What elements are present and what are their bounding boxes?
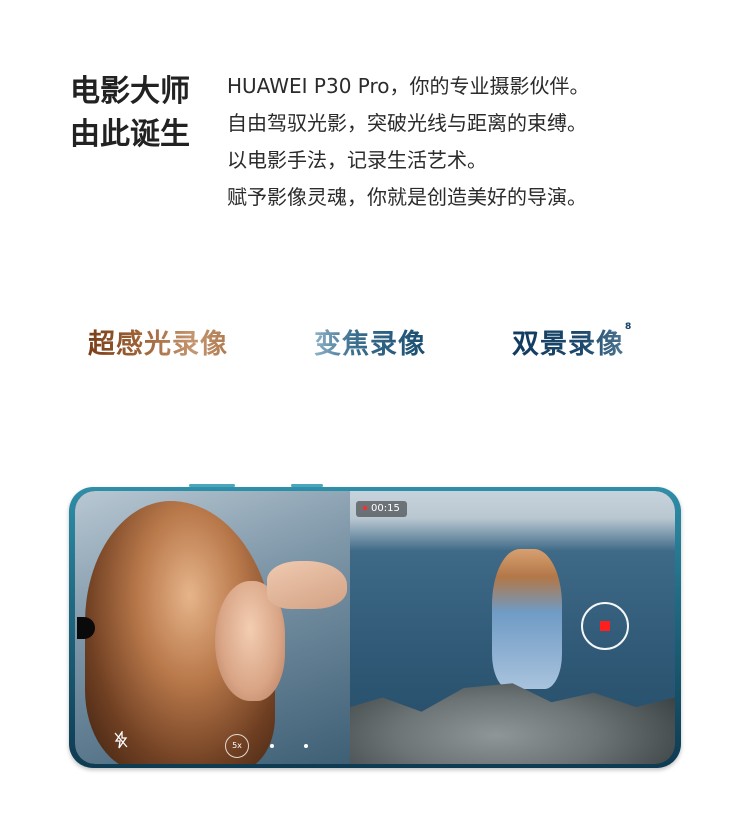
zoom-label: 5x bbox=[232, 741, 242, 750]
volume-button bbox=[189, 484, 235, 487]
flash-off-icon[interactable] bbox=[113, 731, 129, 749]
zoom-level-button[interactable]: 5x bbox=[225, 734, 249, 758]
recording-dot-icon bbox=[363, 506, 367, 510]
hand-shape bbox=[267, 561, 347, 609]
description-line-1: HUAWEI P30 Pro，你的专业摄影伙伴。 bbox=[227, 74, 590, 98]
mode-label: 变焦录像 bbox=[314, 329, 426, 360]
phone-screen: 00:15 5x bbox=[75, 491, 675, 764]
closeup-view bbox=[75, 491, 350, 764]
description: HUAWEI P30 Pro，你的专业摄影伙伴。 自由驾驭光影，突破光线与距离的… bbox=[227, 68, 727, 216]
mode-zoom-video: 变焦录像 bbox=[314, 322, 426, 361]
description-line-2: 自由驾驭光影，突破光线与距离的束缚。 bbox=[227, 111, 587, 135]
headline: 电影大师 由此诞生 bbox=[70, 70, 205, 156]
timer-text: 00:15 bbox=[371, 503, 400, 514]
stop-icon bbox=[600, 621, 610, 631]
stop-record-button[interactable] bbox=[581, 602, 629, 650]
phone-image: 00:15 5x bbox=[69, 484, 681, 768]
recording-timer: 00:15 bbox=[356, 501, 407, 517]
description-line-4: 赋予影像灵魂，你就是创造美好的导演。 bbox=[227, 185, 587, 209]
mode-dual-view-video: 双景录像8 bbox=[512, 322, 632, 361]
mode-label: 超感光录像 bbox=[88, 329, 228, 360]
rocks-shape bbox=[350, 683, 675, 764]
headline-line-1: 电影大师 bbox=[70, 74, 190, 109]
power-button bbox=[291, 484, 323, 487]
zoom-dot-2 bbox=[304, 744, 308, 748]
mode-label: 双景录像 bbox=[512, 329, 624, 360]
mode-low-light-video: 超感光录像 bbox=[88, 322, 228, 361]
headline-line-2: 由此诞生 bbox=[70, 117, 190, 152]
video-modes: 超感光录像 变焦录像 双景录像8 bbox=[0, 322, 750, 372]
zoom-dot-1 bbox=[270, 744, 274, 748]
person-shape bbox=[492, 549, 562, 689]
footnote-marker: 8 bbox=[625, 322, 633, 332]
description-line-3: 以电影手法，记录生活艺术。 bbox=[227, 148, 487, 172]
